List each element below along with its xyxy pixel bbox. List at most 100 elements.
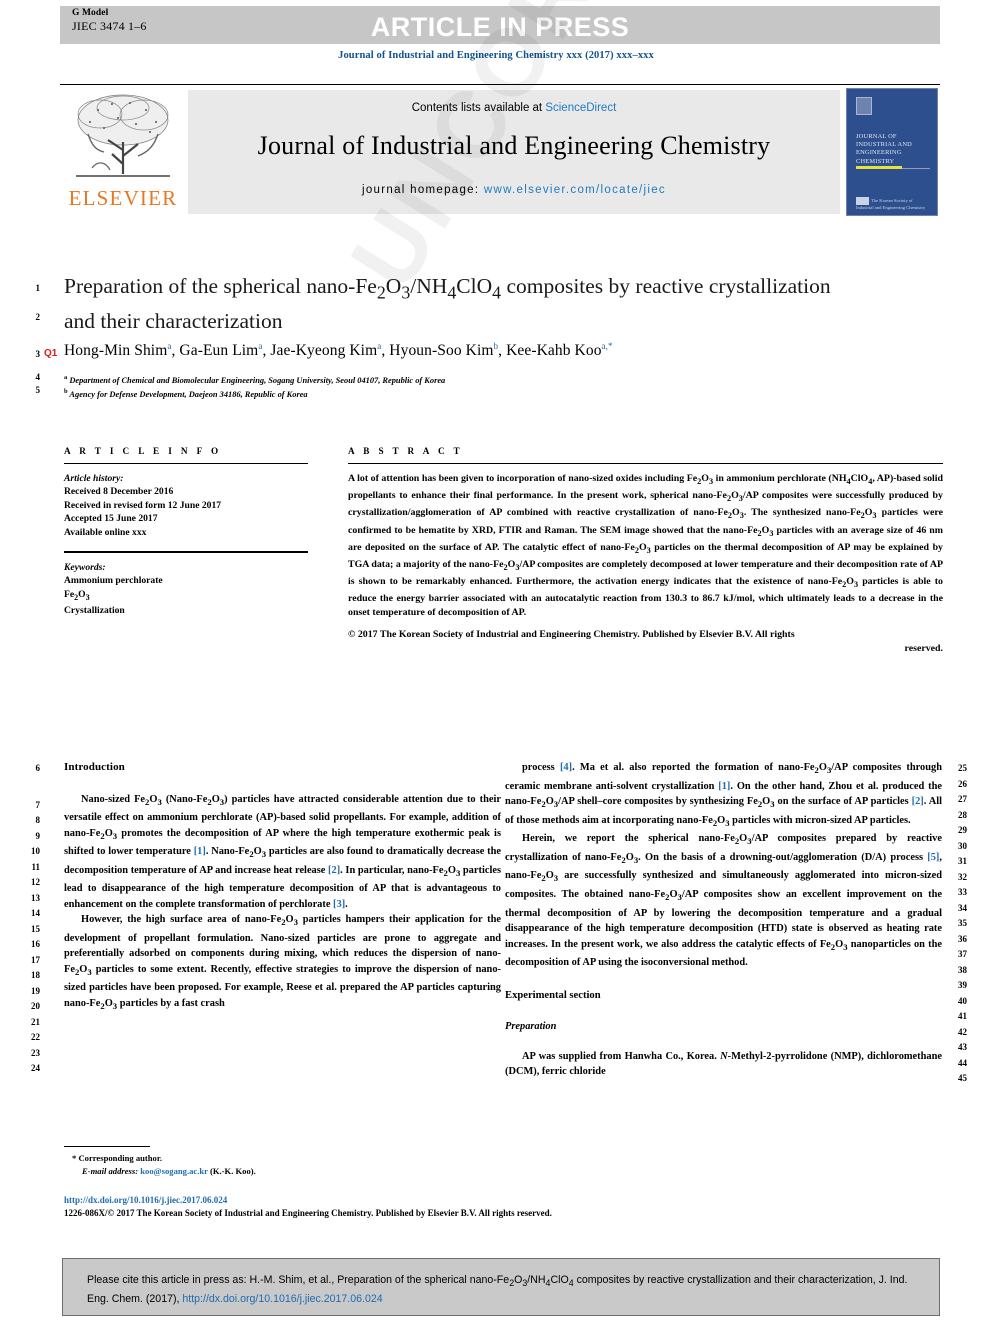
line-number: 35 [958,918,967,928]
abstract-copyright: © 2017 The Korean Society of Industrial … [348,628,943,656]
please-cite-box: Please cite this article in press as: H.… [62,1258,940,1316]
masthead-box: Contents lists available at ScienceDirec… [188,90,840,214]
line-number: 26 [958,779,967,789]
line-number: 18 [31,970,40,980]
doi-copyright-block: http://dx.doi.org/10.1016/j.jiec.2017.06… [64,1194,764,1220]
article-title: Preparation of the spherical nano-Fe2O3/… [64,274,831,334]
line-number: 4 [35,372,41,382]
article-info-section: A R T I C L E I N F O Article history: R… [64,446,308,618]
homepage-prefix: journal homepage: [362,184,484,196]
line-number: 2 [35,312,41,322]
journal-homepage-link[interactable]: www.elsevier.com/locate/jiec [484,184,666,196]
section-heading-introduction: Introduction [64,761,125,773]
abstract-heading: A B S T R A C T [348,446,464,456]
contents-available-line: Contents lists available at ScienceDirec… [188,102,840,114]
line-number: 28 [958,810,967,820]
g-model-label: G Model [72,8,109,18]
paper-page: ARTICLE IN PRESS G Model JIEC 3474 1–6 J… [0,0,992,1323]
query-marker-q1[interactable]: Q1 [44,348,57,359]
article-history: Article history: Received 8 December 201… [64,472,308,539]
line-number: 25 [958,763,967,773]
affiliation-a: a Department of Chemical and Biomolecula… [64,374,446,385]
g-model-code: JIEC 3474 1–6 [72,18,147,33]
doi-link[interactable]: http://dx.doi.org/10.1016/j.jiec.2017.06… [64,1194,764,1207]
article-info-rule [64,463,308,464]
keyword-item: Fe2O3 [64,588,90,602]
line-number: 31 [958,856,967,866]
line-number: 22 [31,1032,40,1042]
line-number: 23 [31,1048,40,1058]
masthead-divider [60,84,940,85]
intro-paragraph-1: Nano-sized Fe2O3 (Nano-Fe2O3) particles … [64,793,502,910]
elsevier-tree-icon [68,90,178,188]
affiliation-a-text: Department of Chemical and Biomolecular … [69,375,446,385]
journal-title: Journal of Industrial and Engineering Ch… [257,131,771,160]
please-cite-text: Please cite this article in press as: H.… [87,1274,908,1306]
line-number: 19 [31,986,40,996]
line-number: 3 [35,349,41,359]
email-note: E-mail address: koo@sogang.ac.kr (K.-K. … [72,1165,492,1178]
line-number: 17 [31,955,40,965]
keyword-item: Ammonium perchlorate [64,575,163,587]
intro-paragraph-2: However, the high surface area of nano-F… [64,914,501,1012]
line-number: 32 [958,872,967,882]
line-number: 15 [31,924,40,934]
keywords-rule [64,551,308,554]
keyword-item: Crystallization [64,605,125,617]
line-number: 9 [35,831,41,841]
line-number: 27 [958,794,967,804]
elsevier-logo: ELSEVIER [62,90,184,216]
cover-footer: The Korean Society of Industrial and Eng… [856,197,930,211]
line-number: 38 [958,965,967,975]
cover-emblem-icon [856,97,872,115]
line-number: 29 [958,825,967,835]
line-number: 45 [958,1073,967,1083]
line-number: 1 [35,283,41,293]
history-item: Received in revised form 12 June 2017 [64,499,222,511]
line-number: 7 [35,800,41,810]
preparation-paragraph-1: AP was supplied from Hanwha Co., Korea. … [505,1050,942,1078]
section-heading-experimental: Experimental section [505,989,601,1001]
line-number: 14 [31,908,40,918]
corresponding-author-note: * Corresponding author. [72,1153,163,1163]
line-number: 11 [31,862,40,872]
body-column-right: process [4]. Ma et al. also reported the… [505,760,942,1080]
footnote-rule [64,1146,150,1147]
corresponding-author-text: Corresponding author. [78,1153,163,1163]
line-number: 41 [958,1011,967,1021]
affiliation-b: b Agency for Defense Development, Daejeo… [64,388,308,400]
line-number: 10 [31,846,40,856]
article-info-heading: A R T I C L E I N F O [64,446,222,456]
abstract-body: A lot of attention has been given to inc… [348,473,944,619]
body-column-left: Introduction Nano-sized Fe2O3 (Nano-Fe2O… [64,760,501,1015]
keywords-block: Keywords: Ammonium perchlorate Fe2O3 Cry… [64,561,308,618]
intro-paragraph-3: process [4]. Ma et al. also reported the… [505,762,943,828]
subsection-heading-preparation: Preparation [505,1021,557,1033]
line-number: 5 [35,385,41,395]
issn-copyright: 1226-086X/© 2017 The Korean Society of I… [64,1208,552,1218]
line-number: 12 [31,877,40,887]
line-number: 39 [958,980,967,990]
line-number: 44 [958,1058,967,1068]
line-number: 16 [31,939,40,949]
journal-homepage-line: journal homepage: www.elsevier.com/locat… [188,184,840,196]
line-number: 24 [31,1063,40,1073]
footnote-block: * Corresponding author. E-mail address: … [72,1152,492,1177]
line-number: 30 [958,841,967,851]
affiliations: a Department of Chemical and Biomolecula… [64,372,894,401]
journal-cover-thumbnail: JOURNAL OF INDUSTRIAL AND ENGINEERING CH… [846,88,938,216]
email-suffix: (K.-K. Koo). [209,1165,256,1176]
line-number: 43 [958,1042,967,1052]
abstract-section: A B S T R A C T A lot of attention has b… [348,446,943,656]
cover-title: JOURNAL OF INDUSTRIAL AND ENGINEERING CH… [856,133,912,165]
line-number: 6 [35,763,41,773]
sciencedirect-link[interactable]: ScienceDirect [545,102,616,114]
line-number: 33 [958,887,967,897]
article-history-label: Article history: [64,473,124,484]
email-link[interactable]: koo@sogang.ac.kr [140,1166,208,1176]
line-number: 20 [31,1001,40,1011]
history-item: Accepted 15 June 2017 [64,513,158,525]
intro-paragraph-4: Herein, we report the spherical nano-Fe2… [505,833,943,969]
cover-society-logo-icon [856,197,869,205]
author-list: Hong-Min Shima, Ga-Eun Lima, Jae-Kyeong … [64,341,613,360]
